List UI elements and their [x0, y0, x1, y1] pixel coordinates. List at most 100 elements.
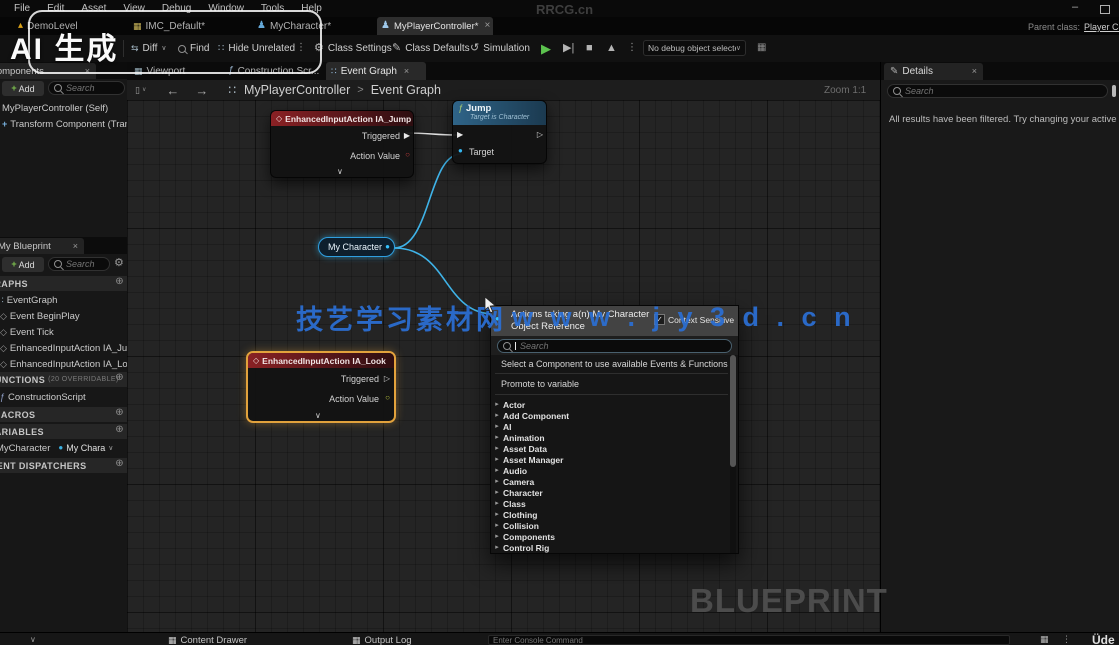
bp-item-ia-jump[interactable]: ◇ EnhancedInputAction IA_Jump [0, 341, 127, 355]
category-class[interactable]: ▸Class [491, 498, 721, 509]
event-diamond-icon: ◇ [0, 312, 7, 321]
category-control-rig[interactable]: ▸Control Rig [491, 542, 721, 553]
components-search-input[interactable] [66, 83, 119, 93]
content-drawer-button[interactable]: ▦ Content Drawer [168, 635, 247, 645]
component-item-transform[interactable]: + Transform Component (Transfo [2, 117, 128, 131]
asset-tab-myplayercontroller[interactable]: ♟ MyPlayerController* × [377, 17, 493, 35]
select-component-row[interactable]: Select a Component to use available Even… [501, 358, 735, 369]
rrcg-watermark: RRCG.cn [536, 2, 593, 17]
bp-item-mycharacter-variable[interactable]: MyCharacter ● My Chara ∨ [0, 441, 127, 455]
target-input-pin[interactable]: ● [458, 147, 463, 155]
node-ia-look[interactable]: ◇ EnhancedInputAction IA_Look Triggered … [246, 351, 396, 423]
add-dispatcher-icon[interactable]: ⊕ [115, 459, 124, 469]
exec-output-pin[interactable]: ▷ [384, 375, 390, 383]
close-icon[interactable]: × [73, 242, 78, 251]
play-options-icon[interactable]: ⋮ [627, 43, 637, 53]
class-defaults-button[interactable]: ✎ Class Defaults [392, 35, 470, 62]
section-note: (20 OVERRIDABLE) [48, 376, 119, 383]
category-animation[interactable]: ▸Animation [491, 432, 721, 443]
category-add-component[interactable]: ▸Add Component [491, 410, 721, 421]
bp-item-beginplay[interactable]: ◇ Event BeginPlay [0, 309, 127, 323]
details-panel: ✎ Details × All results have been filter… [880, 62, 1119, 632]
section-functions[interactable]: FUNCTIONS (20 OVERRIDABLE) ⊕ [0, 372, 127, 387]
console-command-box[interactable] [488, 635, 1010, 645]
eject-button[interactable]: ▲ [606, 43, 617, 54]
components-search[interactable] [48, 81, 125, 95]
tab-details[interactable]: ✎ Details × [884, 63, 983, 80]
node-ia-jump[interactable]: ◇ EnhancedInputAction IA_Jump Triggered … [270, 110, 414, 178]
exec-input-pin[interactable]: ▶ [457, 131, 463, 139]
category-camera[interactable]: ▸Camera [491, 476, 721, 487]
simulation-icon: ↺ [470, 43, 479, 54]
derived-data-icon[interactable]: ▦ [1040, 635, 1049, 644]
bp-item-eventgraph[interactable]: ∷ EventGraph [0, 293, 127, 307]
exec-output-pin[interactable]: ▷ [537, 131, 543, 139]
section-event-dispatchers[interactable]: EVENT DISPATCHERS ⊕ [0, 458, 127, 473]
myblueprint-search[interactable] [48, 257, 110, 271]
debug-filter-icon[interactable]: ▦ [757, 43, 766, 53]
maximize-button-icon[interactable] [1100, 5, 1110, 14]
myblueprint-search-input[interactable] [66, 259, 104, 269]
bp-item-ia-look[interactable]: ◇ EnhancedInputAction IA_Look [0, 357, 127, 371]
myblueprint-add-button[interactable]: + Add [2, 257, 44, 272]
object-output-pin[interactable]: ● [385, 243, 390, 251]
scrollbar-thumb[interactable] [730, 355, 736, 467]
category-asset-manager[interactable]: ▸Asset Manager [491, 454, 721, 465]
parent-class-link[interactable]: Player Controller [1084, 22, 1119, 32]
section-graphs[interactable]: GRAPHS ⊕ [0, 276, 127, 291]
stop-button[interactable]: ■ [586, 43, 593, 54]
close-icon[interactable]: × [484, 21, 490, 31]
pin-label-action-value: Action Value [350, 151, 400, 161]
add-variable-icon[interactable]: ⊕ [115, 425, 124, 435]
category-clothing[interactable]: ▸Clothing [491, 509, 721, 520]
parent-class: Parent class: Player Controller [1028, 22, 1119, 32]
details-search[interactable] [887, 84, 1108, 98]
section-macros[interactable]: MACROS ⊕ [0, 407, 127, 422]
add-macro-icon[interactable]: ⊕ [115, 408, 124, 418]
bp-item-constructionscript[interactable]: ƒ ConstructionScript [0, 390, 127, 404]
component-item-self[interactable]: MyPlayerController (Self) [2, 101, 128, 115]
function-icon: ƒ [458, 104, 463, 113]
debug-object-dropdown[interactable]: No debug object selected ∨ [643, 40, 746, 56]
section-variables[interactable]: VARIABLES ⊕ [0, 424, 127, 439]
category-actor[interactable]: ▸Actor [491, 399, 721, 410]
node-jump[interactable]: ƒ Jump Target is Character ▶ ▷ ● Target [452, 100, 547, 164]
context-menu-search[interactable] [497, 339, 732, 353]
collapse-chevron-icon[interactable]: ∨ [315, 412, 321, 420]
category-collision[interactable]: ▸Collision [491, 520, 721, 531]
settings-gear-icon[interactable]: ⚙ [114, 258, 124, 269]
scrollbar-track[interactable] [730, 355, 736, 553]
play-button[interactable]: ▶ [541, 42, 551, 55]
tab-my-blueprint[interactable]: My Blueprint × [0, 238, 84, 254]
node-my-character[interactable]: My Character ● [318, 237, 395, 257]
status-kebab-icon[interactable]: ⋮ [1062, 635, 1071, 644]
category-audio[interactable]: ▸Audio [491, 465, 721, 476]
chevron-down-icon[interactable]: ∨ [30, 636, 36, 644]
exec-output-pin[interactable]: ▶ [404, 132, 410, 140]
minimize-button-icon[interactable]: – [1072, 2, 1078, 13]
add-graph-icon[interactable]: ⊕ [115, 277, 124, 287]
collapse-chevron-icon[interactable]: ∨ [337, 168, 343, 176]
class-settings-button[interactable]: ⚙ Class Settings [314, 35, 392, 62]
bp-item-tick[interactable]: ◇ Event Tick [0, 325, 127, 339]
close-icon[interactable]: × [972, 67, 977, 76]
category-character[interactable]: ▸Character [491, 487, 721, 498]
vector-output-pin[interactable]: ○ [385, 394, 390, 402]
add-function-icon[interactable]: ⊕ [115, 373, 124, 383]
details-search-input[interactable] [905, 86, 1102, 96]
promote-to-variable-row[interactable]: Promote to variable [501, 378, 731, 389]
output-log-button[interactable]: ▦ Output Log [352, 635, 412, 645]
bool-output-pin[interactable]: ○ [405, 151, 410, 159]
menu-file[interactable]: File [14, 3, 30, 14]
details-scrollbar[interactable] [1112, 85, 1116, 97]
frame-skip-button[interactable]: ▶| [563, 43, 574, 54]
components-add-button[interactable]: + Add [2, 81, 44, 96]
console-command-input[interactable] [493, 636, 1005, 645]
category-components[interactable]: ▸Components [491, 531, 721, 542]
pin-label-target: Target [469, 147, 494, 157]
chevron-down-icon[interactable]: ∨ [108, 445, 113, 452]
category-ai[interactable]: ▸AI [491, 421, 721, 432]
category-asset-data[interactable]: ▸Asset Data [491, 443, 721, 454]
simulation-button[interactable]: ↺ Simulation [470, 35, 530, 62]
context-menu-search-input[interactable] [520, 341, 726, 351]
